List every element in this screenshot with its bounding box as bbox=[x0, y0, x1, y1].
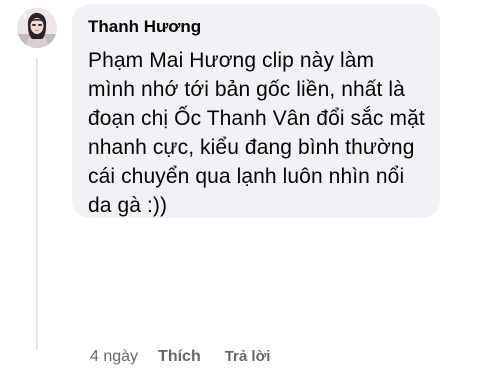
reply-button[interactable]: Trả lời bbox=[225, 346, 271, 368]
like-button[interactable]: Thích bbox=[158, 346, 201, 368]
avatar[interactable] bbox=[17, 8, 57, 48]
comment-text-line: da gà :)) bbox=[88, 194, 168, 217]
comment-text-line: đoạn chị Ốc Thanh Vân đổi sắc mặt bbox=[88, 107, 425, 130]
comment-bubble: Thanh Hương Phạm Mai Hương clip này làm … bbox=[72, 4, 440, 218]
comment-timestamp[interactable]: 4 ngày bbox=[90, 346, 138, 368]
comment-author[interactable]: Thanh Hương bbox=[88, 16, 424, 38]
avatar-photo-icon bbox=[17, 8, 57, 48]
comment-text-line: cái chuyển qua lạnh luôn nhìn nổi bbox=[88, 165, 405, 188]
comment-actions: 4 ngày Thích Trả lời bbox=[90, 346, 270, 368]
comment-text: Phạm Mai Hương clip này làm mình nhớ tới… bbox=[88, 46, 425, 220]
comment-text-line: nhanh cực, kiểu đang bình thường bbox=[88, 136, 415, 159]
thread-line bbox=[36, 58, 38, 350]
comment-text-line: Phạm Mai Hương clip này làm bbox=[88, 49, 375, 72]
comment-text-line: mình nhớ tới bản gốc liền, nhất là bbox=[88, 78, 405, 101]
comment-item: Thanh Hương Phạm Mai Hương clip này làm … bbox=[0, 0, 500, 372]
